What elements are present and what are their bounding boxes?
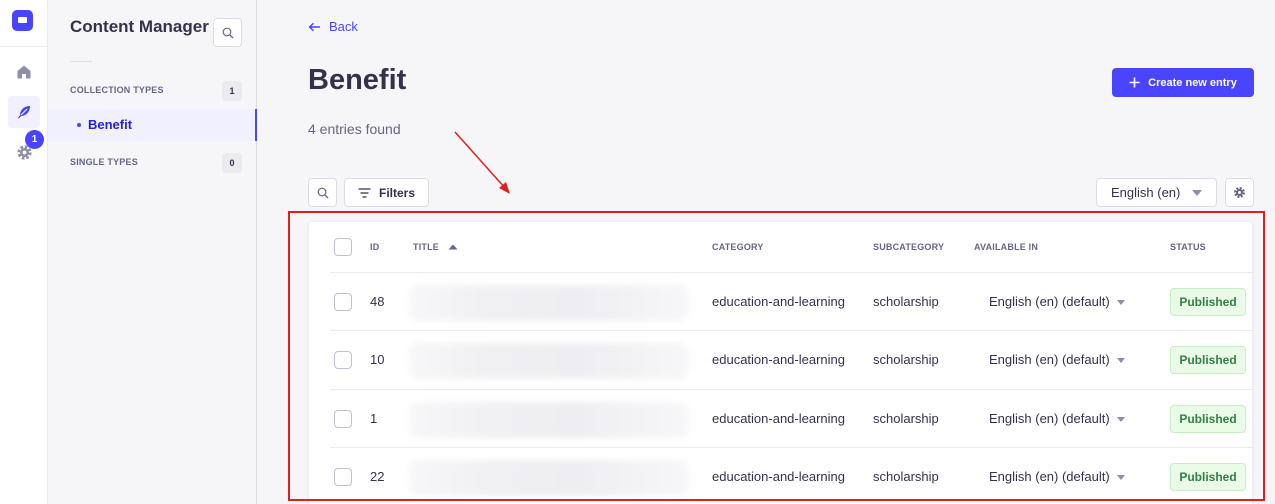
back-label: Back xyxy=(329,19,358,34)
content-manager-subnav: Content Manager COLLECTION TYPES 1 Benef… xyxy=(48,0,257,504)
filters-button[interactable]: Filters xyxy=(344,178,429,207)
sidebar-item-label: Benefit xyxy=(88,117,133,132)
filter-icon xyxy=(358,187,371,198)
feather-icon xyxy=(18,106,30,119)
filters-label: Filters xyxy=(378,185,415,200)
create-label: Create new entry xyxy=(1148,76,1237,89)
create-new-entry-button[interactable]: Create new entry xyxy=(1112,68,1254,97)
annotation-highlight-box xyxy=(288,211,1265,501)
single-types-count: 0 xyxy=(222,153,242,173)
search-icon xyxy=(222,27,233,38)
subnav-search-button[interactable] xyxy=(213,18,242,47)
content-manager-nav-button[interactable] xyxy=(8,96,40,128)
chevron-down-icon xyxy=(1192,190,1202,196)
collection-types-heading[interactable]: COLLECTION TYPES xyxy=(70,85,164,95)
gear-icon xyxy=(1234,187,1245,198)
page-title: Benefit xyxy=(308,64,407,96)
sidebar-item-benefit[interactable]: Benefit xyxy=(48,109,257,141)
back-link[interactable]: Back xyxy=(308,19,358,34)
home-icon xyxy=(17,65,31,79)
collection-types-count: 1 xyxy=(222,81,242,101)
notification-badge: 1 xyxy=(25,130,44,149)
plus-icon xyxy=(1129,77,1140,88)
entries-count: 4 entries found xyxy=(308,121,401,137)
arrow-left-icon xyxy=(308,22,320,31)
main-nav-rail: 1 xyxy=(0,0,48,504)
subnav-divider xyxy=(70,61,92,62)
subnav-title: Content Manager xyxy=(70,17,209,36)
single-types-heading[interactable]: SINGLE TYPES xyxy=(70,157,138,167)
table-search-button[interactable] xyxy=(308,178,337,207)
strapi-logo-icon[interactable] xyxy=(12,10,33,31)
locale-select[interactable]: English (en) xyxy=(1096,178,1217,207)
table-settings-button[interactable] xyxy=(1225,178,1254,207)
home-nav-button[interactable] xyxy=(8,56,40,88)
locale-value: English (en) xyxy=(1111,185,1181,200)
bullet-icon xyxy=(77,123,81,127)
rail-divider xyxy=(0,46,48,47)
search-icon xyxy=(317,187,328,198)
